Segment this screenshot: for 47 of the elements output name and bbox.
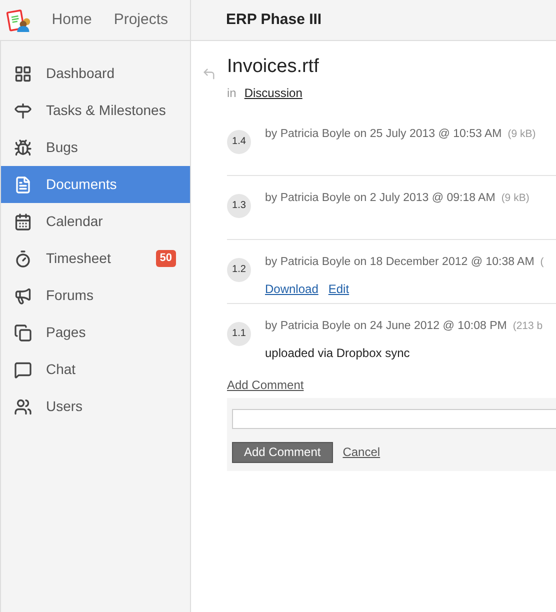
nav-link[interactable]: Projects: [114, 8, 168, 32]
file-size: (213 b: [512, 318, 543, 334]
nav-link[interactable]: Home: [52, 8, 92, 32]
document-title: Invoices.rtf: [227, 55, 320, 79]
file-size: (9 kB): [508, 126, 536, 142]
version-meta: by Patricia Boyle on 2 July 2013 @ 09:18 AM: [265, 190, 496, 206]
calendar-icon: [14, 212, 32, 230]
in-label: in: [227, 84, 236, 102]
signpost-icon: [14, 102, 32, 120]
version-meta: by Patricia Boyle on 24 June 2012 @ 10:08 PM: [265, 318, 507, 334]
sidebar-item[interactable]: Bugs: [1, 129, 190, 166]
version-badge: 1.1: [227, 322, 251, 346]
document-icon: [14, 176, 32, 194]
file-size: (: [540, 254, 544, 270]
folder-link[interactable]: Discussion: [244, 84, 302, 102]
pages-icon: [14, 324, 32, 342]
chat-icon: [14, 360, 32, 378]
comment-field[interactable]: [232, 408, 556, 428]
sidebar-item[interactable]: Chat: [1, 351, 190, 388]
sidebar-item[interactable]: Documents: [1, 166, 190, 203]
sidebar-item[interactable]: Users: [1, 388, 190, 425]
version-note: uploaded via Dropbox sync: [265, 344, 411, 362]
version-link[interactable]: Download: [265, 280, 318, 298]
bug-icon: [14, 138, 32, 156]
version-meta: by Patricia Boyle on 25 July 2013 @ 10:53 AM: [265, 126, 502, 142]
back-icon[interactable]: [202, 67, 216, 81]
grid-icon: [14, 64, 32, 82]
version-link[interactable]: Edit: [328, 280, 350, 298]
sidebar-item[interactable]: Pages: [1, 314, 190, 351]
sidebar-item[interactable]: Timesheet 50: [1, 240, 190, 277]
version-badge: 1.3: [227, 194, 251, 218]
megaphone-icon: [14, 286, 32, 304]
add-comment-button[interactable]: Add Comment: [232, 442, 333, 462]
cancel-link[interactable]: Cancel: [342, 443, 380, 461]
sidebar-item[interactable]: Forums: [1, 277, 190, 314]
version-badge: 1.2: [227, 258, 251, 282]
add-comment-link[interactable]: Add Comment: [227, 376, 556, 394]
sidebar-item[interactable]: Tasks & Milestones: [1, 92, 190, 129]
sidebar-item[interactable]: Calendar: [1, 203, 190, 240]
project-title: ERP Phase III: [226, 10, 322, 30]
sidebar-item[interactable]: Dashboard: [1, 55, 190, 92]
version-badge: 1.4: [227, 130, 251, 154]
stopwatch-icon: [14, 250, 32, 268]
version-meta: by Patricia Boyle on 18 December 2012 @ 10:38 AM: [265, 254, 534, 270]
count-badge: 50: [156, 250, 176, 267]
users-icon: [14, 398, 32, 416]
file-size: (9 kB): [501, 190, 530, 206]
